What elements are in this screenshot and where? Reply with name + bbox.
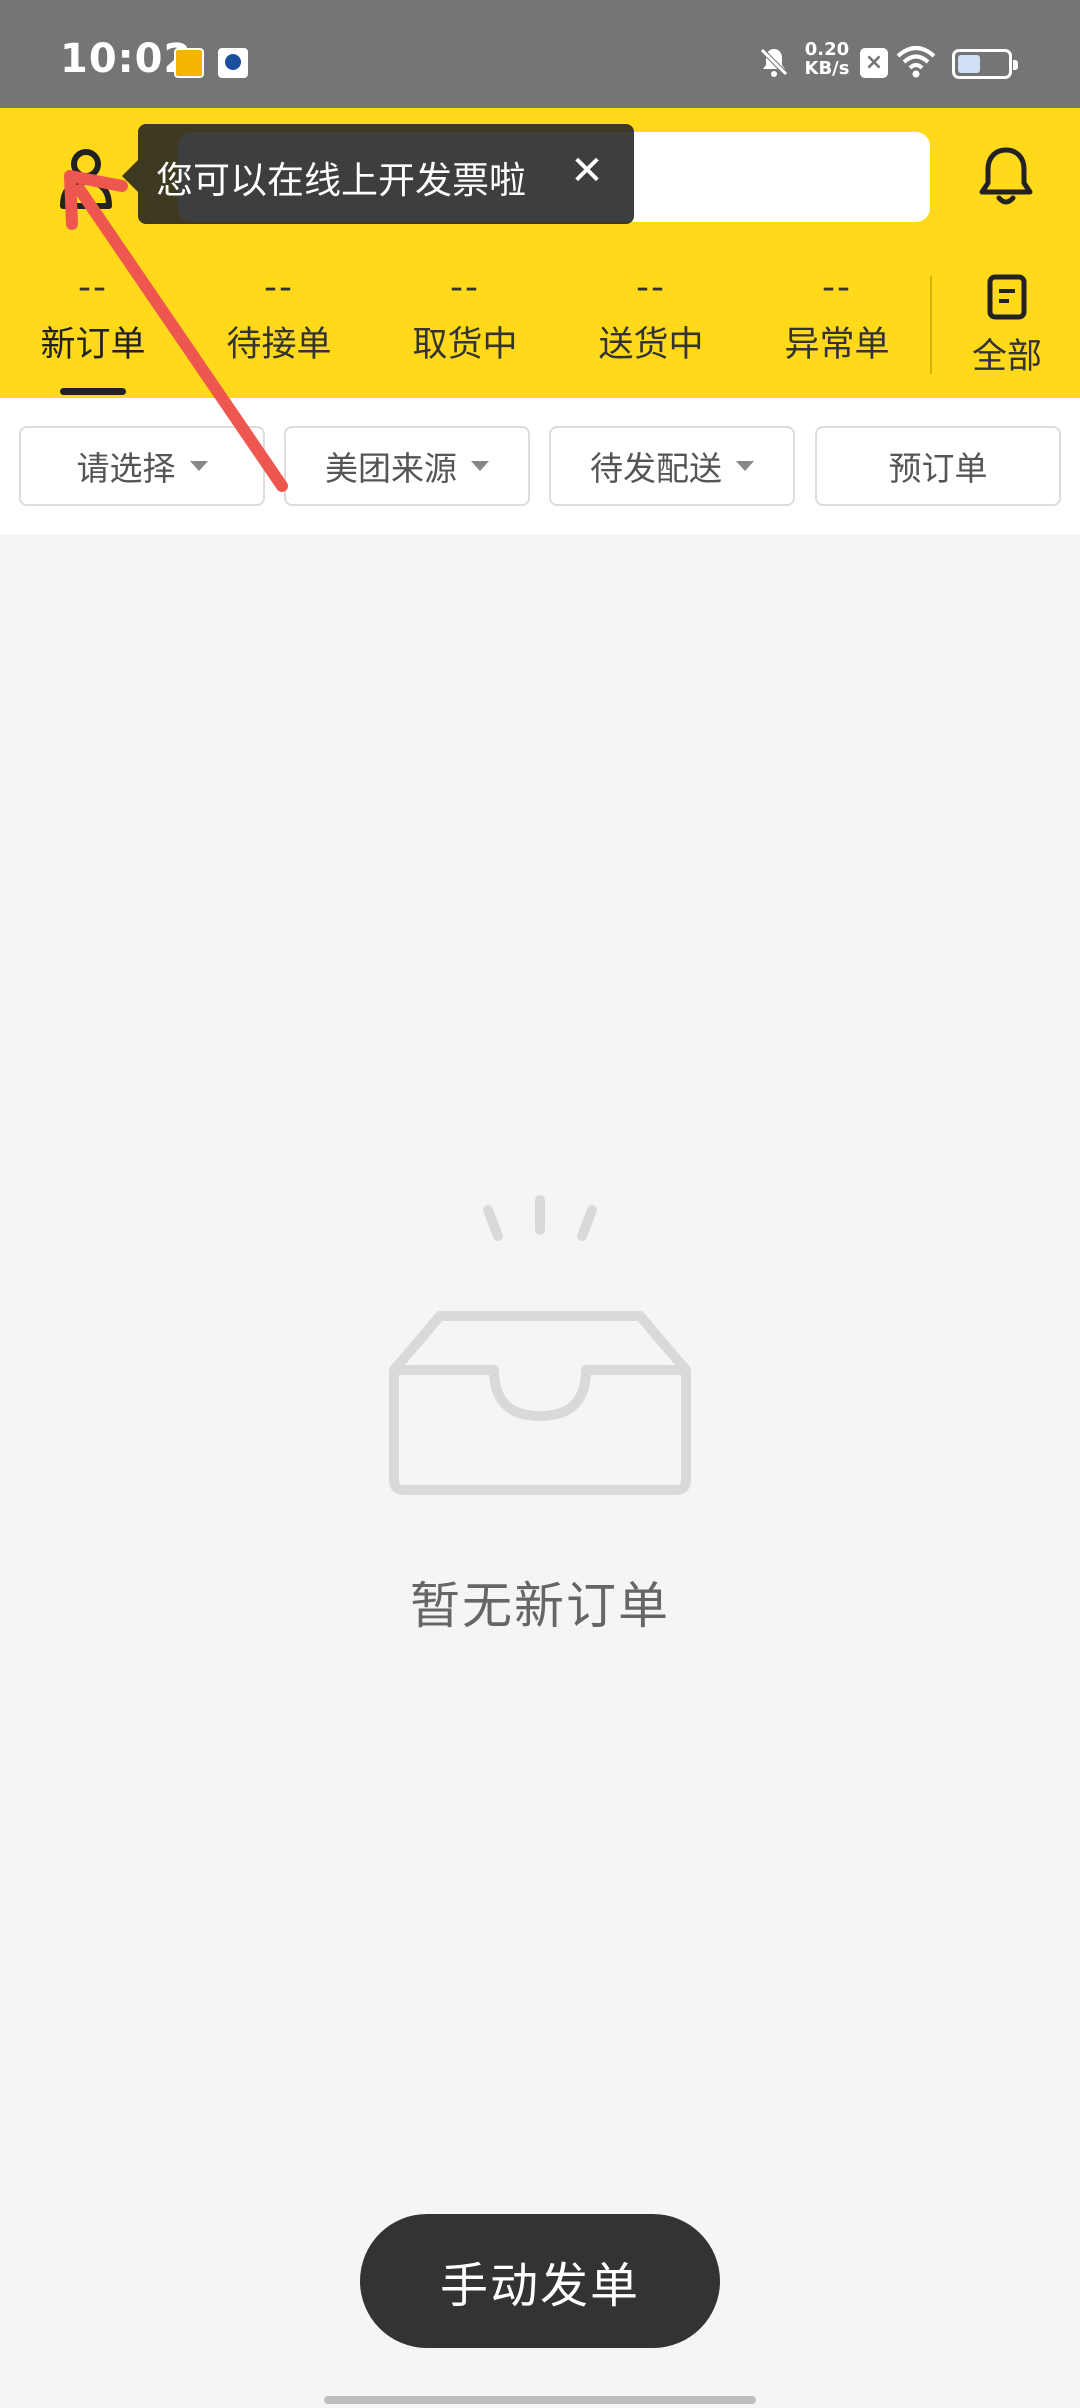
person-icon[interactable] (58, 146, 114, 210)
tab-count: -- (78, 267, 108, 308)
chevron-down-icon (189, 461, 208, 471)
manual-order-button[interactable]: 手动发单 (360, 2214, 720, 2348)
filter-delivery-status[interactable]: 待发配送 (549, 426, 795, 506)
tab-label: 待接单 (226, 325, 332, 365)
close-badge-icon: × (860, 48, 888, 78)
tab-count: -- (636, 267, 666, 308)
tab-new-orders[interactable]: -- 新订单 (0, 266, 186, 367)
home-indicator[interactable] (324, 2396, 756, 2404)
tab-count: -- (450, 267, 480, 308)
app-notification-icon (174, 48, 204, 78)
network-speed-value: 0.20 (804, 39, 850, 60)
battery-icon (952, 49, 1018, 79)
tab-all[interactable]: 全部 (950, 274, 1064, 379)
tab-delivering[interactable]: -- 送货中 (558, 266, 744, 367)
filter-label: 美团来源 (325, 449, 457, 488)
wifi-icon (896, 46, 936, 78)
tab-divider (930, 276, 932, 374)
tab-exceptions[interactable]: -- 异常单 (744, 266, 930, 367)
bell-icon[interactable] (976, 144, 1036, 210)
empty-state-message: 暂无新订单 (410, 1577, 670, 1635)
filter-preorder[interactable]: 预订单 (815, 426, 1061, 506)
filter-label: 预订单 (888, 449, 988, 488)
mute-bell-icon (760, 48, 788, 77)
tab-label: 新订单 (40, 325, 146, 365)
tab-count: -- (264, 267, 294, 308)
document-icon (987, 274, 1027, 320)
close-icon[interactable]: ✕ (562, 146, 612, 196)
empty-box-icon (389, 1195, 691, 1495)
filter-label: 请选择 (76, 449, 176, 488)
filter-bar: 请选择 美团来源 待发配送 预订单 (0, 398, 1080, 534)
tab-count: -- (822, 267, 852, 308)
tab-label: 取货中 (412, 325, 518, 365)
chevron-down-icon (471, 461, 489, 471)
tab-all-label: 全部 (971, 337, 1042, 377)
chevron-down-icon (736, 461, 754, 471)
tooltip-text: 您可以在线上开发票啦 (156, 159, 526, 202)
tab-label: 异常单 (784, 325, 890, 365)
tab-label: 送货中 (598, 325, 704, 365)
filter-select[interactable]: 请选择 (19, 426, 265, 506)
tab-picking-up[interactable]: -- 取货中 (372, 266, 558, 367)
filter-label: 待发配送 (590, 449, 722, 488)
status-time: 10:02 (60, 36, 193, 82)
tab-pending-accept[interactable]: -- 待接单 (186, 266, 372, 367)
invoice-tooltip: 您可以在线上开发票啦 ✕ (122, 124, 634, 224)
app-notification-icon-2 (218, 48, 248, 78)
active-tab-indicator (60, 388, 126, 395)
status-bar: 10:02 0.20 KB/s × (0, 0, 1080, 108)
network-speed: 0.20 KB/s (800, 40, 854, 78)
filter-source[interactable]: 美团来源 (284, 426, 530, 506)
network-speed-unit: KB/s (804, 58, 850, 79)
